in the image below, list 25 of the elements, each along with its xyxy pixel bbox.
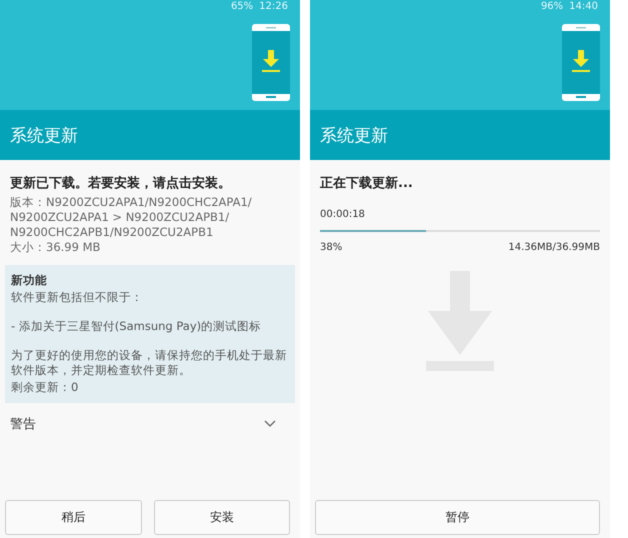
update-detail: 版本：N9200ZCU2APA1/N9200CHC2APA1/ N9200ZCU2APA1 > N9200ZCU2APB1/ N9200CHC2APB1/N9200ZCU2APB1	[10, 195, 253, 240]
phone-download-icon	[562, 24, 600, 101]
elapsed-time: 00:00:18	[320, 209, 366, 220]
chevron-icon	[264, 420, 276, 428]
notes-text: 软件更新包括但不限于：	[11, 290, 144, 305]
notes-text: 为了更好的使用您的设备，请保持您的手机处于最新软件版本，并定期检查软件更新。	[11, 348, 288, 378]
battery-level: 96%	[540, 1, 564, 13]
notes-heading: 新功能	[11, 273, 48, 288]
download-amount: 14.36MB/36.99MB	[508, 242, 600, 253]
notes-text: - 添加关于三星智付(Samsung Pay)的测试图标	[11, 319, 262, 334]
progress-percent: 38%	[320, 242, 342, 253]
clock: 14:40	[569, 1, 598, 13]
status-heading: 正在下载更新...	[320, 174, 414, 192]
update-detail: 大小：36.99 MB	[10, 240, 102, 255]
action-button[interactable]: 安装	[154, 500, 290, 535]
action-button[interactable]: 稍后	[5, 500, 142, 535]
action-button[interactable]: 暂停	[315, 500, 600, 535]
screen-title: 系统更新	[0, 110, 300, 160]
phone-download-icon	[252, 24, 290, 101]
warning-toggle[interactable]: 警告	[10, 403, 290, 445]
status-heading: 更新已下载。若要安装，请点击安装。	[10, 174, 232, 192]
notes-text: 剩余更新：0	[11, 380, 80, 395]
battery-level: 65%	[230, 1, 254, 13]
screen-title: 系统更新	[310, 110, 610, 160]
clock: 12:26	[259, 1, 288, 13]
